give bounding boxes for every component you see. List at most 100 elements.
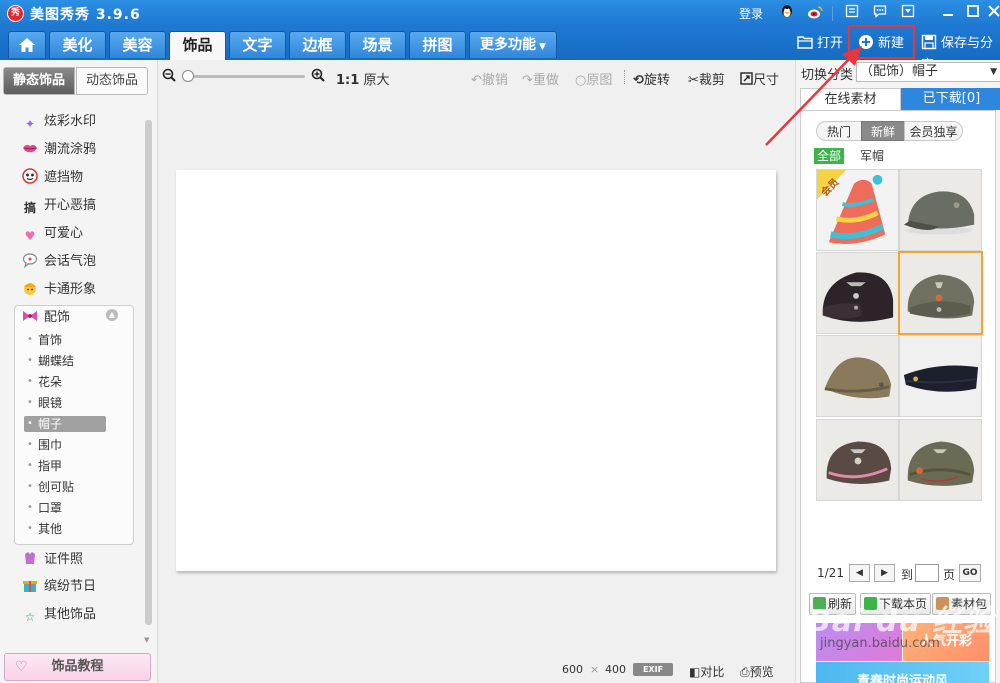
subcategory-other[interactable]: 其他 (24, 521, 106, 537)
material-thumb[interactable] (816, 419, 899, 501)
subtab-dynamic[interactable]: 动态饰品 (76, 67, 148, 95)
category-label: 证件照 (44, 552, 84, 567)
size-times: × (590, 663, 600, 676)
tab-frame[interactable]: 边框 (289, 31, 346, 58)
save-share-button[interactable]: 保存与分享 (921, 33, 1000, 73)
category-festival[interactable]: 缤纷节日 (22, 577, 96, 597)
goto-label: 到 (901, 568, 914, 582)
menu-icon[interactable] (899, 4, 917, 22)
rotate-button[interactable]: ⟲旋转 (633, 69, 670, 88)
watermark-url: jingyan.baidu.com (820, 636, 940, 651)
redo-button[interactable]: ↷重做 (522, 69, 559, 88)
preview-button[interactable]: ⎙预览 (740, 663, 774, 680)
tab-downloaded[interactable]: 已下载[0] (901, 88, 1000, 110)
tab-beauty[interactable]: 美容 (109, 31, 166, 58)
compare-button[interactable]: ◧对比 (689, 663, 724, 680)
subcategory-jewelry[interactable]: 首饰 (24, 332, 106, 348)
material-thumb[interactable] (899, 169, 982, 251)
zoom-out-icon[interactable] (162, 68, 176, 86)
feedback-icon[interactable] (871, 4, 889, 22)
resize-label: 尺寸 (753, 73, 780, 88)
material-thumb[interactable] (899, 335, 982, 417)
original-label: 原图 (586, 73, 613, 88)
exif-button[interactable]: EXIF (633, 663, 673, 676)
zoom-slider-handle[interactable] (182, 70, 194, 82)
subtab-static[interactable]: 静态饰品 (3, 67, 75, 95)
subcategory-nails[interactable]: 指甲 (24, 458, 106, 474)
category-sparkle-watermark[interactable]: ✦ 炫彩水印 (22, 112, 96, 132)
open-button[interactable]: 打开 (797, 33, 843, 55)
category-id-photo[interactable]: 证件照 (22, 550, 83, 570)
category-graffiti[interactable]: 潮流涂鸦 (22, 140, 96, 160)
image-canvas[interactable] (176, 170, 776, 571)
mask-icon (22, 168, 38, 184)
category-speech-bubble[interactable]: 会话气泡 (22, 252, 96, 272)
tab-beautify[interactable]: 美化 (49, 31, 106, 58)
sparkle-icon: ✦ (24, 117, 36, 131)
tab-more-features[interactable]: 更多功能 ▼ (469, 31, 557, 58)
category-label: 其他饰品 (44, 607, 97, 622)
qq-icon[interactable] (778, 4, 796, 22)
subcategory-face-mask[interactable]: 口罩 (24, 500, 106, 516)
accessory-tutorial-button[interactable]: ♡ 饰品教程 (4, 653, 151, 681)
collapse-icon[interactable]: ▲ (106, 309, 118, 321)
left-panel-scrollbar[interactable] (145, 120, 152, 625)
weibo-icon[interactable] (806, 4, 824, 22)
canvas-height: 400 (605, 663, 626, 676)
close-icon[interactable] (985, 4, 1000, 22)
category-label: 炫彩水印 (44, 114, 97, 129)
actual-size-button[interactable]: 1:1 原大 (336, 69, 389, 88)
material-thumb[interactable] (816, 252, 899, 334)
material-thumb-selected[interactable] (898, 251, 983, 335)
title-bar: 秀 美图秀秀 3.9.6 登录 (0, 0, 1000, 28)
tag-all[interactable]: 全部 (814, 148, 845, 164)
go-button[interactable]: GO (959, 564, 981, 582)
new-button-highlight (848, 25, 915, 59)
tab-accessories[interactable]: 饰品 (169, 31, 226, 60)
maximize-icon[interactable] (964, 4, 982, 22)
canvas-width: 600 (562, 663, 583, 676)
promo-banner-sports[interactable]: 青春时尚运动风 (816, 662, 989, 683)
category-mask[interactable]: 遮挡物 (22, 168, 83, 188)
accessory-category-panel: 静态饰品 动态饰品 ✦ 炫彩水印 潮流涂鸦 遮挡物 搞开心恶搞 ♥ 可爱心 会话气泡… (0, 60, 158, 683)
category-dropdown[interactable]: （配饰）帽子 ▼ (856, 62, 1000, 82)
category-accessories[interactable]: 配饰 (22, 308, 70, 328)
scroll-down-icon[interactable]: ▼ (144, 636, 149, 644)
subcategory-glasses[interactable]: 眼镜 (24, 395, 106, 411)
subcategory-flower[interactable]: 花朵 (24, 374, 106, 390)
undo-button[interactable]: ↶撤销 (471, 69, 508, 88)
category-other-accessories[interactable]: ☆ 其他饰品 (22, 605, 96, 625)
crop-button[interactable]: ✂裁剪 (688, 69, 725, 88)
zoom-in-icon[interactable] (311, 68, 325, 86)
material-thumb[interactable] (816, 335, 899, 417)
subcategory-bow[interactable]: 蝴蝶结 (24, 353, 106, 369)
zoom-slider-track[interactable] (185, 75, 305, 78)
subcategory-scarf[interactable]: 围巾 (24, 437, 106, 453)
category-cute-heart[interactable]: ♥ 可爱心 (22, 224, 83, 244)
material-thumb[interactable]: 会员 (816, 169, 899, 251)
resize-button[interactable]: 尺寸 (740, 69, 779, 88)
open-label: 打开 (817, 36, 844, 51)
tab-collage[interactable]: 拼图 (409, 31, 466, 58)
tab-online-materials[interactable]: 在线素材 (800, 88, 901, 110)
tab-home[interactable] (8, 31, 46, 58)
page-number-input[interactable] (915, 564, 939, 582)
subcategory-hat[interactable]: 帽子 (24, 416, 106, 432)
minimize-icon[interactable] (939, 4, 957, 22)
filter-fresh[interactable]: 新鲜 (861, 121, 905, 141)
subcategory-bandaid[interactable]: 创可贴 (24, 479, 106, 495)
filter-member-exclusive[interactable]: 会员独享 (904, 121, 963, 141)
category-cartoon[interactable]: 卡通形象 (22, 280, 96, 300)
category-prank[interactable]: 搞开心恶搞 (22, 196, 96, 216)
tag-military-cap[interactable]: 军帽 (857, 148, 887, 164)
garrison-cap-image (824, 357, 892, 399)
skin-icon[interactable] (843, 4, 861, 22)
material-thumb[interactable] (899, 419, 982, 501)
next-page-button[interactable]: ▶ (874, 564, 895, 582)
prev-page-button[interactable]: ◀ (849, 564, 870, 582)
filter-hot[interactable]: 热门 (816, 121, 862, 141)
tab-text[interactable]: 文字 (229, 31, 286, 58)
login-link[interactable]: 登录 (739, 5, 763, 22)
tab-scene[interactable]: 场景 (349, 31, 406, 58)
original-image-button[interactable]: ○原图 (575, 69, 612, 88)
